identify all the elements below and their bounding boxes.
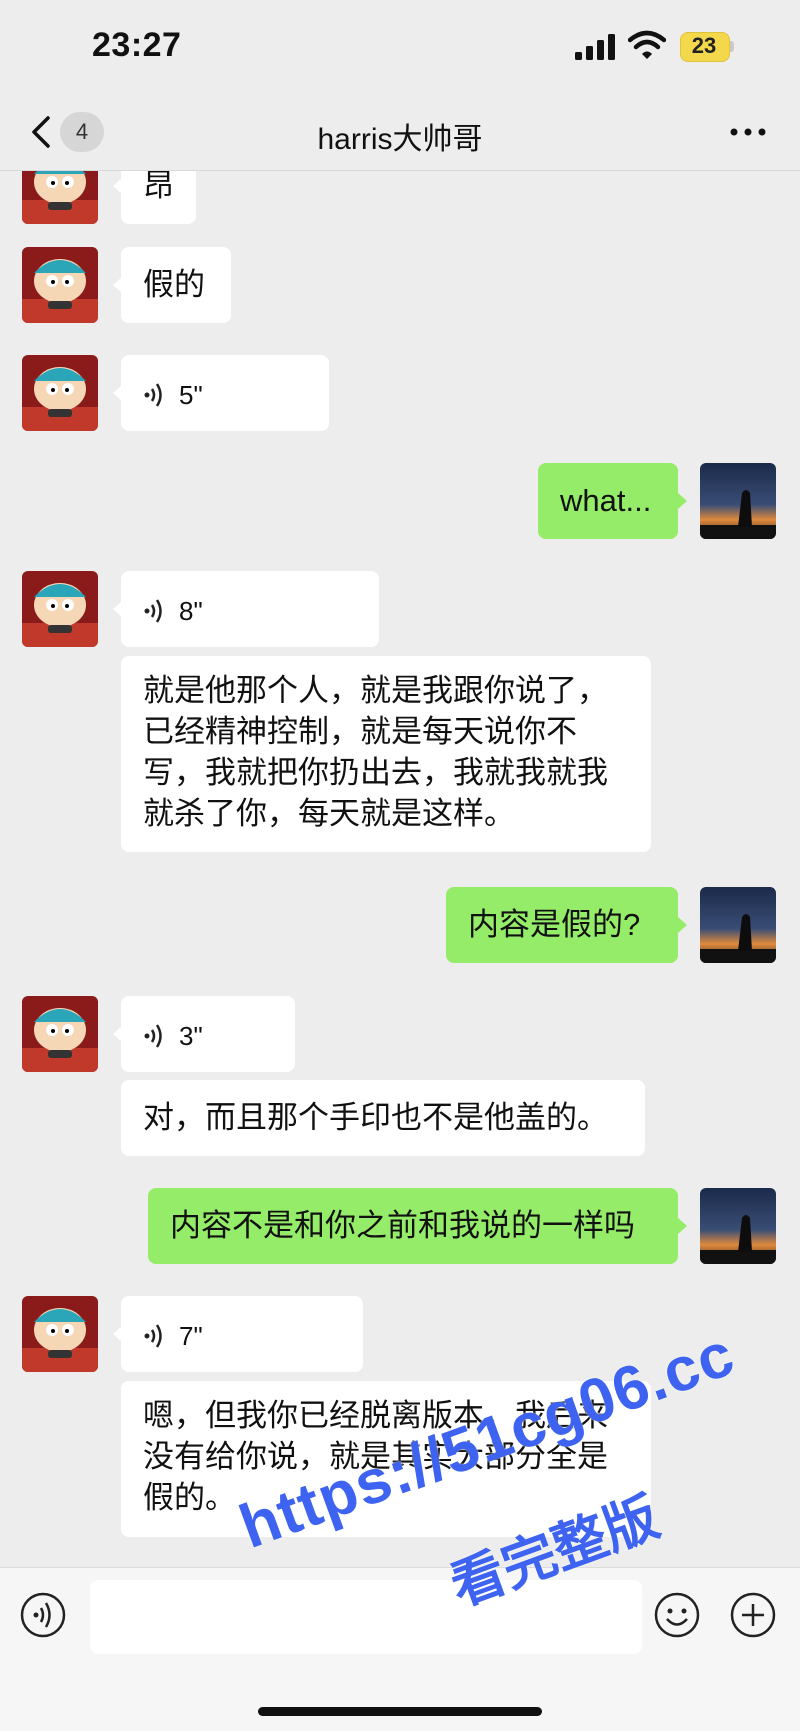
voice-wave-icon — [144, 1324, 162, 1348]
status-bar: 23:27 23 — [0, 0, 800, 96]
battery-icon: 23 — [680, 32, 736, 62]
message-bubble[interactable]: 内容是假的? — [446, 887, 678, 963]
chat-title: harris大帅哥 — [317, 123, 483, 156]
message-bubble[interactable]: 内容不是和你之前和我说的一样吗 — [148, 1188, 678, 1264]
voice-wave-icon — [144, 383, 162, 407]
message-input[interactable] — [90, 1580, 642, 1654]
message-bubble[interactable]: 昂 — [121, 171, 196, 224]
voice-wave-icon — [144, 1024, 162, 1048]
more-options-icon[interactable] — [728, 120, 768, 144]
back-chevron-icon[interactable] — [28, 112, 58, 152]
voice-duration: 7" — [179, 1320, 203, 1351]
voice-duration: 8" — [179, 595, 203, 626]
voice-message-bubble[interactable]: 3" — [121, 996, 295, 1072]
contact-avatar[interactable] — [22, 247, 98, 323]
contact-avatar[interactable] — [22, 171, 98, 224]
my-avatar[interactable] — [700, 887, 776, 963]
contact-avatar[interactable] — [22, 1296, 98, 1372]
message-bubble[interactable]: 对，而且那个手印也不是他盖的。 — [121, 1080, 645, 1156]
voice-message-bubble[interactable]: 7" — [121, 1296, 363, 1372]
voice-input-toggle-icon[interactable] — [20, 1592, 66, 1638]
my-avatar[interactable] — [700, 1188, 776, 1264]
battery-level: 23 — [691, 33, 717, 58]
message-bubble[interactable]: what... — [538, 463, 678, 539]
message-bubble[interactable]: 假的 — [121, 247, 231, 323]
message-bubble[interactable]: 嗯，但我你已经脱离版本，我后来没有给你说，就是其实大部分全是假的。 — [121, 1381, 651, 1537]
voice-duration: 5" — [179, 379, 203, 410]
my-avatar[interactable] — [700, 463, 776, 539]
contact-avatar[interactable] — [22, 355, 98, 431]
contact-avatar[interactable] — [22, 996, 98, 1072]
unread-count-badge[interactable]: 4 — [60, 112, 104, 152]
message-bubble[interactable]: 就是他那个人，就是我跟你说了，已经精神控制，就是每天说你不写，我就把你扔出去，我… — [121, 656, 651, 852]
contact-avatar[interactable] — [22, 571, 98, 647]
voice-message-bubble[interactable]: 8" — [121, 571, 379, 647]
emoji-icon[interactable] — [654, 1592, 700, 1638]
message-list[interactable]: 昂 假的 5" what... 8" 就是他那个人，就是我跟你说了，已经精神控制… — [0, 171, 800, 1567]
voice-message-bubble[interactable]: 5" — [121, 355, 329, 431]
input-bar — [0, 1567, 800, 1731]
voice-duration: 3" — [179, 1020, 203, 1051]
wifi-icon — [628, 30, 666, 59]
voice-wave-icon — [144, 599, 162, 623]
add-attachment-icon[interactable] — [730, 1592, 776, 1638]
cellular-signal-icon — [575, 34, 615, 60]
status-time: 23:27 — [92, 26, 182, 64]
home-indicator — [258, 1707, 542, 1716]
chat-header: 4 harris大帅哥 — [0, 96, 800, 171]
